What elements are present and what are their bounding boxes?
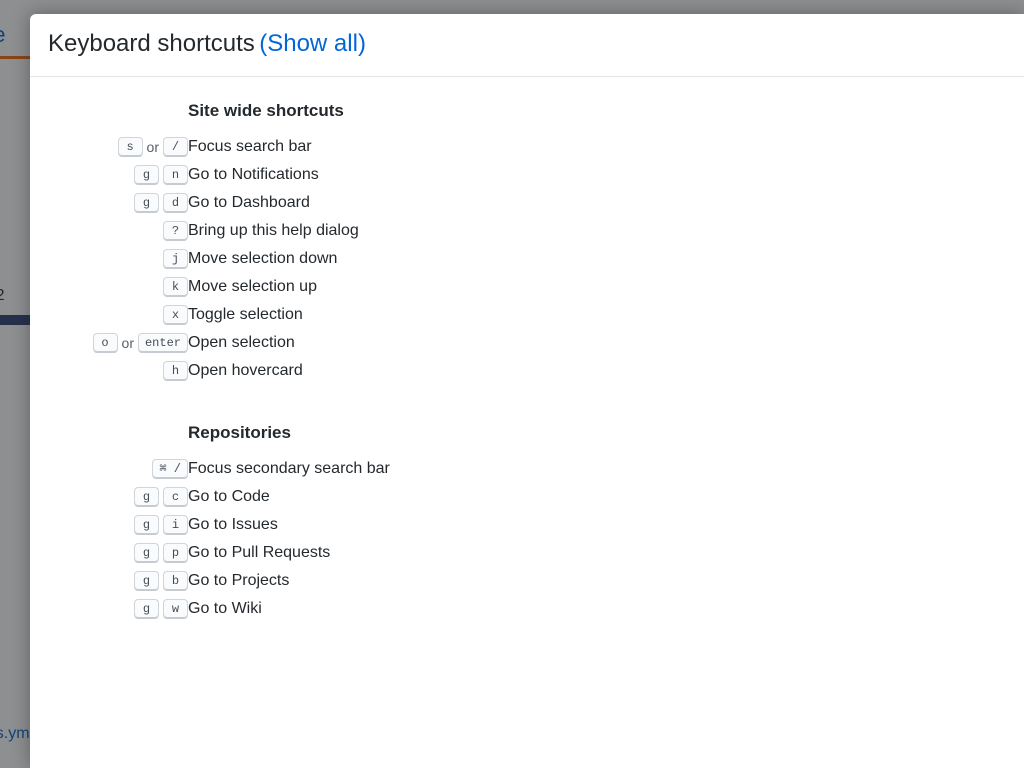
shortcut-keys: gd xyxy=(48,191,188,215)
shortcut-desc: Go to Notifications xyxy=(188,163,359,187)
shortcut-keys: sor/ xyxy=(48,135,188,159)
key: x xyxy=(163,305,188,325)
shortcut-table: ⌘ /Focus secondary search bargcGo to Cod… xyxy=(48,453,390,625)
key: i xyxy=(163,515,188,535)
key: / xyxy=(163,137,188,157)
shortcut-desc: Focus search bar xyxy=(188,135,359,159)
key-separator-or: or xyxy=(118,335,138,351)
shortcut-keys: gp xyxy=(48,541,188,565)
shortcut-row: gwGo to Wiki xyxy=(48,597,390,621)
show-all-link[interactable]: (Show all) xyxy=(259,30,366,57)
shortcut-keys: gb xyxy=(48,569,188,593)
shortcut-desc: Toggle selection xyxy=(188,303,359,327)
key: c xyxy=(163,487,188,507)
key: k xyxy=(163,277,188,297)
shortcut-keys: gc xyxy=(48,485,188,509)
shortcut-keys: h xyxy=(48,359,188,383)
shortcut-keys: oorenter xyxy=(48,331,188,355)
shortcut-desc: Go to Issues xyxy=(188,513,390,537)
key: enter xyxy=(138,333,188,353)
shortcut-keys: k xyxy=(48,275,188,299)
shortcut-row: ?Bring up this help dialog xyxy=(48,219,359,243)
shortcut-keys: j xyxy=(48,247,188,271)
shortcut-keys: ⌘ / xyxy=(48,457,188,481)
dialog-title: Keyboard shortcuts xyxy=(48,30,255,57)
dialog-body: Site wide shortcutssor/Focus search barg… xyxy=(30,77,1024,768)
shortcut-row: jMove selection down xyxy=(48,247,359,271)
shortcut-row: gbGo to Projects xyxy=(48,569,390,593)
key: g xyxy=(134,515,159,535)
shortcut-row: gpGo to Pull Requests xyxy=(48,541,390,565)
shortcut-row: xToggle selection xyxy=(48,303,359,327)
shortcut-row: kMove selection up xyxy=(48,275,359,299)
shortcut-section: Site wide shortcutssor/Focus search barg… xyxy=(48,101,1006,387)
shortcut-row: gcGo to Code xyxy=(48,485,390,509)
shortcut-desc: Focus secondary search bar xyxy=(188,457,390,481)
key: o xyxy=(93,333,118,353)
shortcut-keys: gw xyxy=(48,597,188,621)
shortcut-keys: gi xyxy=(48,513,188,537)
key: ? xyxy=(163,221,188,241)
shortcut-table: sor/Focus search bargnGo to Notification… xyxy=(48,131,359,387)
shortcut-desc: Open hovercard xyxy=(188,359,359,383)
shortcut-keys: x xyxy=(48,303,188,327)
shortcut-row: sor/Focus search bar xyxy=(48,135,359,159)
dialog-header: Keyboard shortcuts (Show all) xyxy=(30,14,1024,77)
key: p xyxy=(163,543,188,563)
shortcut-row: gnGo to Notifications xyxy=(48,163,359,187)
key: d xyxy=(163,193,188,213)
shortcut-desc: Go to Wiki xyxy=(188,597,390,621)
shortcut-desc: Open selection xyxy=(188,331,359,355)
key: w xyxy=(163,599,188,619)
shortcut-desc: Move selection down xyxy=(188,247,359,271)
key: g xyxy=(134,193,159,213)
shortcut-desc: Bring up this help dialog xyxy=(188,219,359,243)
key: j xyxy=(163,249,188,269)
shortcut-desc: Go to Code xyxy=(188,485,390,509)
section-title: Repositories xyxy=(188,423,1006,443)
shortcut-row: hOpen hovercard xyxy=(48,359,359,383)
key: g xyxy=(134,165,159,185)
key: h xyxy=(163,361,188,381)
shortcut-row: oorenterOpen selection xyxy=(48,331,359,355)
key: g xyxy=(134,599,159,619)
shortcut-desc: Move selection up xyxy=(188,275,359,299)
shortcut-desc: Go to Pull Requests xyxy=(188,541,390,565)
shortcut-keys: ? xyxy=(48,219,188,243)
shortcut-section: Repositories⌘ /Focus secondary search ba… xyxy=(48,423,1006,625)
shortcut-row: gdGo to Dashboard xyxy=(48,191,359,215)
shortcut-desc: Go to Projects xyxy=(188,569,390,593)
key: g xyxy=(134,571,159,591)
shortcut-row: giGo to Issues xyxy=(48,513,390,537)
shortcut-row: ⌘ /Focus secondary search bar xyxy=(48,457,390,481)
keyboard-shortcuts-dialog: Keyboard shortcuts (Show all) Site wide … xyxy=(30,14,1024,768)
key-separator-or: or xyxy=(143,139,163,155)
key: s xyxy=(118,137,143,157)
shortcut-keys: gn xyxy=(48,163,188,187)
shortcut-desc: Go to Dashboard xyxy=(188,191,359,215)
key: n xyxy=(163,165,188,185)
section-title: Site wide shortcuts xyxy=(188,101,1006,121)
key: g xyxy=(134,487,159,507)
key: g xyxy=(134,543,159,563)
key: b xyxy=(163,571,188,591)
key: ⌘ / xyxy=(152,459,188,479)
